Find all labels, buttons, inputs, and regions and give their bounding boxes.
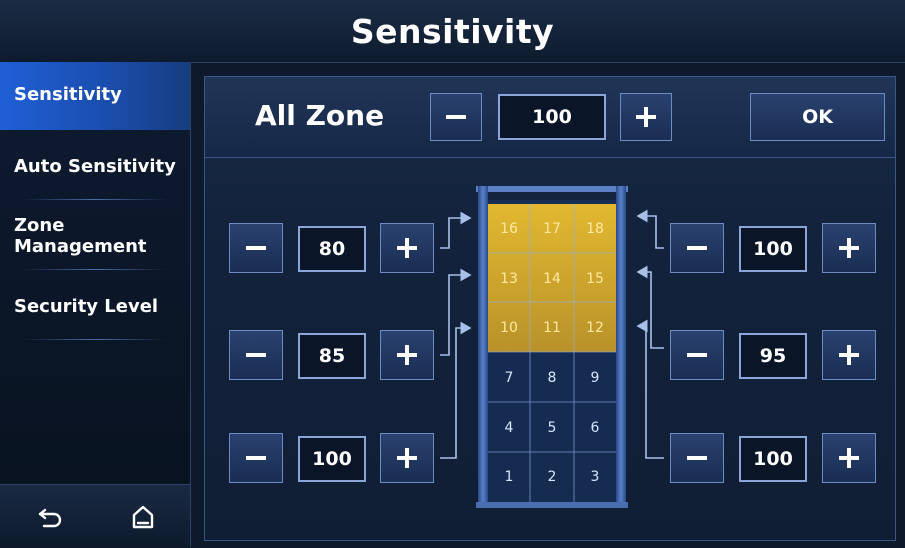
- zone-13[interactable]: 13: [487, 256, 531, 302]
- sidebar-item-label: Auto Sensitivity: [14, 155, 176, 177]
- minus-icon: [246, 345, 266, 365]
- all-zone-decrease-button[interactable]: [430, 93, 482, 141]
- ok-button[interactable]: OK: [750, 93, 885, 141]
- sidebar-item-zone-management[interactable]: Zone Management: [0, 202, 190, 270]
- all-zone-label: All Zone: [255, 99, 385, 132]
- divider: [22, 199, 168, 200]
- left-row1-increase-button[interactable]: [380, 223, 434, 273]
- home-icon[interactable]: [128, 502, 158, 532]
- zone-10[interactable]: 10: [487, 305, 531, 351]
- zone-11[interactable]: 11: [530, 305, 574, 351]
- plus-icon: [839, 448, 859, 468]
- right-row3-increase-button[interactable]: [822, 433, 876, 483]
- plus-icon: [397, 238, 417, 258]
- divider: [22, 269, 168, 270]
- left-row3-increase-button[interactable]: [380, 433, 434, 483]
- page-title: Sensitivity: [350, 12, 555, 51]
- right-row2-value-field[interactable]: 95: [739, 333, 807, 379]
- right-row3-decrease-button[interactable]: [670, 433, 724, 483]
- left-row2-decrease-button[interactable]: [229, 330, 283, 380]
- zone-6[interactable]: 6: [573, 405, 617, 451]
- plus-icon: [636, 107, 656, 127]
- metal-detector-gate: 16 17 18 13 14 15 10 11 12 7 8 9 4 5 6 1…: [476, 186, 628, 508]
- zone-9[interactable]: 9: [573, 355, 617, 401]
- all-zone-value-field[interactable]: 100: [498, 94, 606, 140]
- left-row2-value-field[interactable]: 85: [298, 333, 366, 379]
- right-row2-decrease-button[interactable]: [670, 330, 724, 380]
- sidebar-item-security-level[interactable]: Security Level: [0, 272, 190, 340]
- right-row3-value-field[interactable]: 100: [739, 436, 807, 482]
- zone-1[interactable]: 1: [487, 454, 531, 500]
- all-zone-increase-button[interactable]: [620, 93, 672, 141]
- back-arrow-icon[interactable]: [36, 502, 66, 532]
- minus-icon: [246, 448, 266, 468]
- bottom-nav: [0, 484, 190, 548]
- sidebar-item-label: Sensitivity: [14, 84, 122, 105]
- zone-12[interactable]: 12: [573, 305, 617, 351]
- zone-8[interactable]: 8: [530, 355, 574, 401]
- zone-5[interactable]: 5: [530, 405, 574, 451]
- left-row3-decrease-button[interactable]: [229, 433, 283, 483]
- sidebar-item-label: Security Level: [14, 295, 159, 317]
- zone-7[interactable]: 7: [487, 355, 531, 401]
- divider: [22, 339, 168, 340]
- sidebar-item-sensitivity[interactable]: Sensitivity: [0, 62, 190, 130]
- zone-15[interactable]: 15: [573, 256, 617, 302]
- minus-icon: [687, 345, 707, 365]
- left-row1-decrease-button[interactable]: [229, 223, 283, 273]
- plus-icon: [397, 448, 417, 468]
- plus-icon: [397, 345, 417, 365]
- header-bar: Sensitivity: [0, 0, 905, 63]
- zone-4[interactable]: 4: [487, 405, 531, 451]
- right-row1-increase-button[interactable]: [822, 223, 876, 273]
- sidebar: Sensitivity Auto Sensitivity Zone Manage…: [0, 62, 191, 547]
- left-row3-value-field[interactable]: 100: [298, 436, 366, 482]
- zone-16[interactable]: 16: [487, 206, 531, 252]
- sidebar-item-auto-sensitivity[interactable]: Auto Sensitivity: [0, 132, 190, 200]
- left-row2-increase-button[interactable]: [380, 330, 434, 380]
- minus-icon: [687, 448, 707, 468]
- left-row1-value-field[interactable]: 80: [298, 226, 366, 272]
- zone-18[interactable]: 18: [573, 206, 617, 252]
- right-row1-value-field[interactable]: 100: [739, 226, 807, 272]
- right-row2-increase-button[interactable]: [822, 330, 876, 380]
- plus-icon: [839, 345, 859, 365]
- plus-icon: [839, 238, 859, 258]
- minus-icon: [687, 238, 707, 258]
- zone-2[interactable]: 2: [530, 454, 574, 500]
- minus-icon: [246, 238, 266, 258]
- zone-3[interactable]: 3: [573, 454, 617, 500]
- zone-14[interactable]: 14: [530, 256, 574, 302]
- minus-icon: [446, 107, 466, 127]
- sidebar-item-label: Zone Management: [14, 215, 147, 257]
- zone-17[interactable]: 17: [530, 206, 574, 252]
- right-row1-decrease-button[interactable]: [670, 223, 724, 273]
